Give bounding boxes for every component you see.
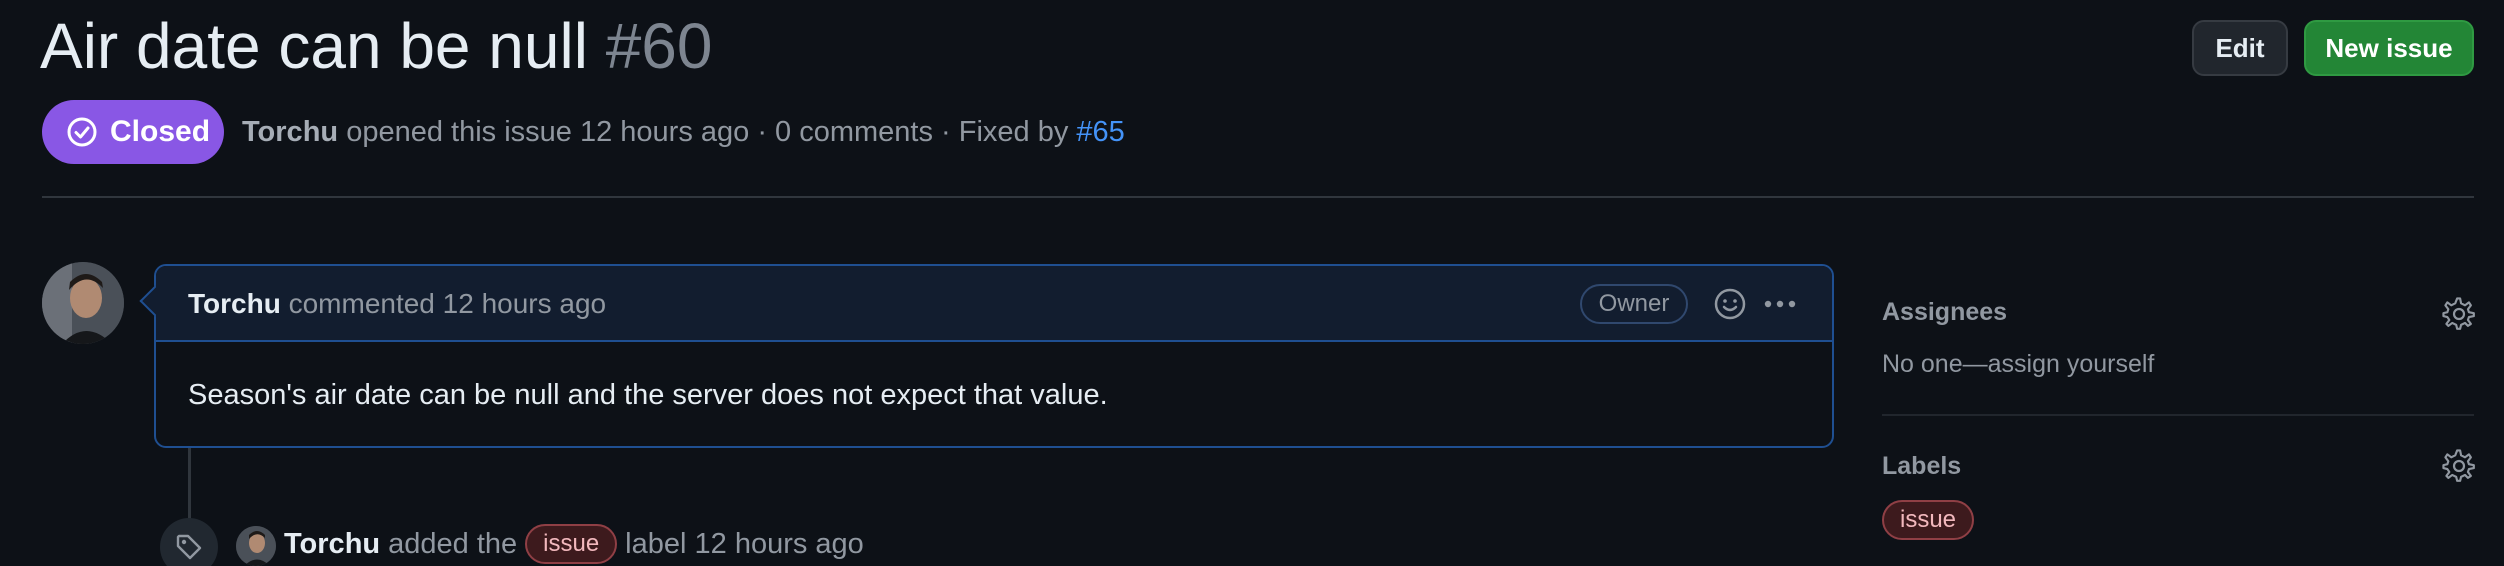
check-circle-icon (67, 117, 97, 147)
labels-heading: Labels (1882, 452, 1962, 480)
event-text-before: added the (388, 528, 518, 560)
fixed-by-link[interactable]: #65 (1076, 116, 1124, 148)
issue-title-text: Air date can be null (40, 10, 588, 82)
sidebar-label-issue[interactable]: issue (1882, 500, 1975, 540)
event-avatar-image (236, 526, 276, 566)
issue-page: Air date can be null #60 Edit New issue … (0, 0, 2504, 566)
kebab-horizontal-icon[interactable] (1760, 286, 1800, 322)
issue-meta: Torchu opened this issue 12 hours ago · … (242, 112, 1125, 152)
sidebar-divider (1882, 414, 2474, 416)
assignees-gear-icon[interactable] (2442, 297, 2476, 331)
tag-icon (176, 534, 202, 560)
issue-author-link[interactable]: Torchu (242, 116, 338, 148)
assignees-value[interactable]: No one—assign yourself (1882, 350, 2154, 379)
comment-box: Torchu commented 12 hours ago Owner Seas… (154, 264, 1834, 448)
edit-button[interactable]: Edit (2192, 20, 2288, 76)
issue-number: #60 (605, 10, 713, 82)
assignees-heading: Assignees (1882, 298, 2008, 326)
owner-badge: Owner (1580, 284, 1688, 324)
labels-gear-icon[interactable] (2442, 449, 2476, 483)
comment-timestamp[interactable]: commented 12 hours ago (289, 288, 607, 319)
smiley-icon[interactable] (1712, 286, 1748, 322)
comment-author-link[interactable]: Torchu (188, 288, 281, 319)
comment-header: Torchu commented 12 hours ago Owner (156, 266, 1832, 342)
new-issue-button[interactable]: New issue (2304, 20, 2474, 76)
avatar[interactable] (42, 262, 124, 344)
timeline-badge (160, 518, 218, 566)
issue-meta-text: opened this issue 12 hours ago · 0 comme… (346, 116, 1069, 148)
comment-meta: Torchu commented 12 hours ago (188, 286, 606, 322)
event-text-after: label 12 hours ago (625, 528, 864, 560)
timeline-line (188, 448, 191, 520)
timeline-event: Torchu added the issue label 12 hours ag… (284, 524, 864, 564)
event-author-link[interactable]: Torchu (284, 524, 380, 564)
issue-title: Air date can be null #60 (40, 6, 712, 86)
header-divider (42, 196, 2474, 198)
status-label: Closed (110, 115, 211, 148)
event-avatar[interactable] (236, 526, 276, 566)
comment-body: Season's air date can be null and the se… (188, 379, 1108, 411)
avatar-image (42, 262, 124, 344)
status-badge: Closed (42, 100, 224, 164)
event-label-pill[interactable]: issue (525, 524, 618, 564)
